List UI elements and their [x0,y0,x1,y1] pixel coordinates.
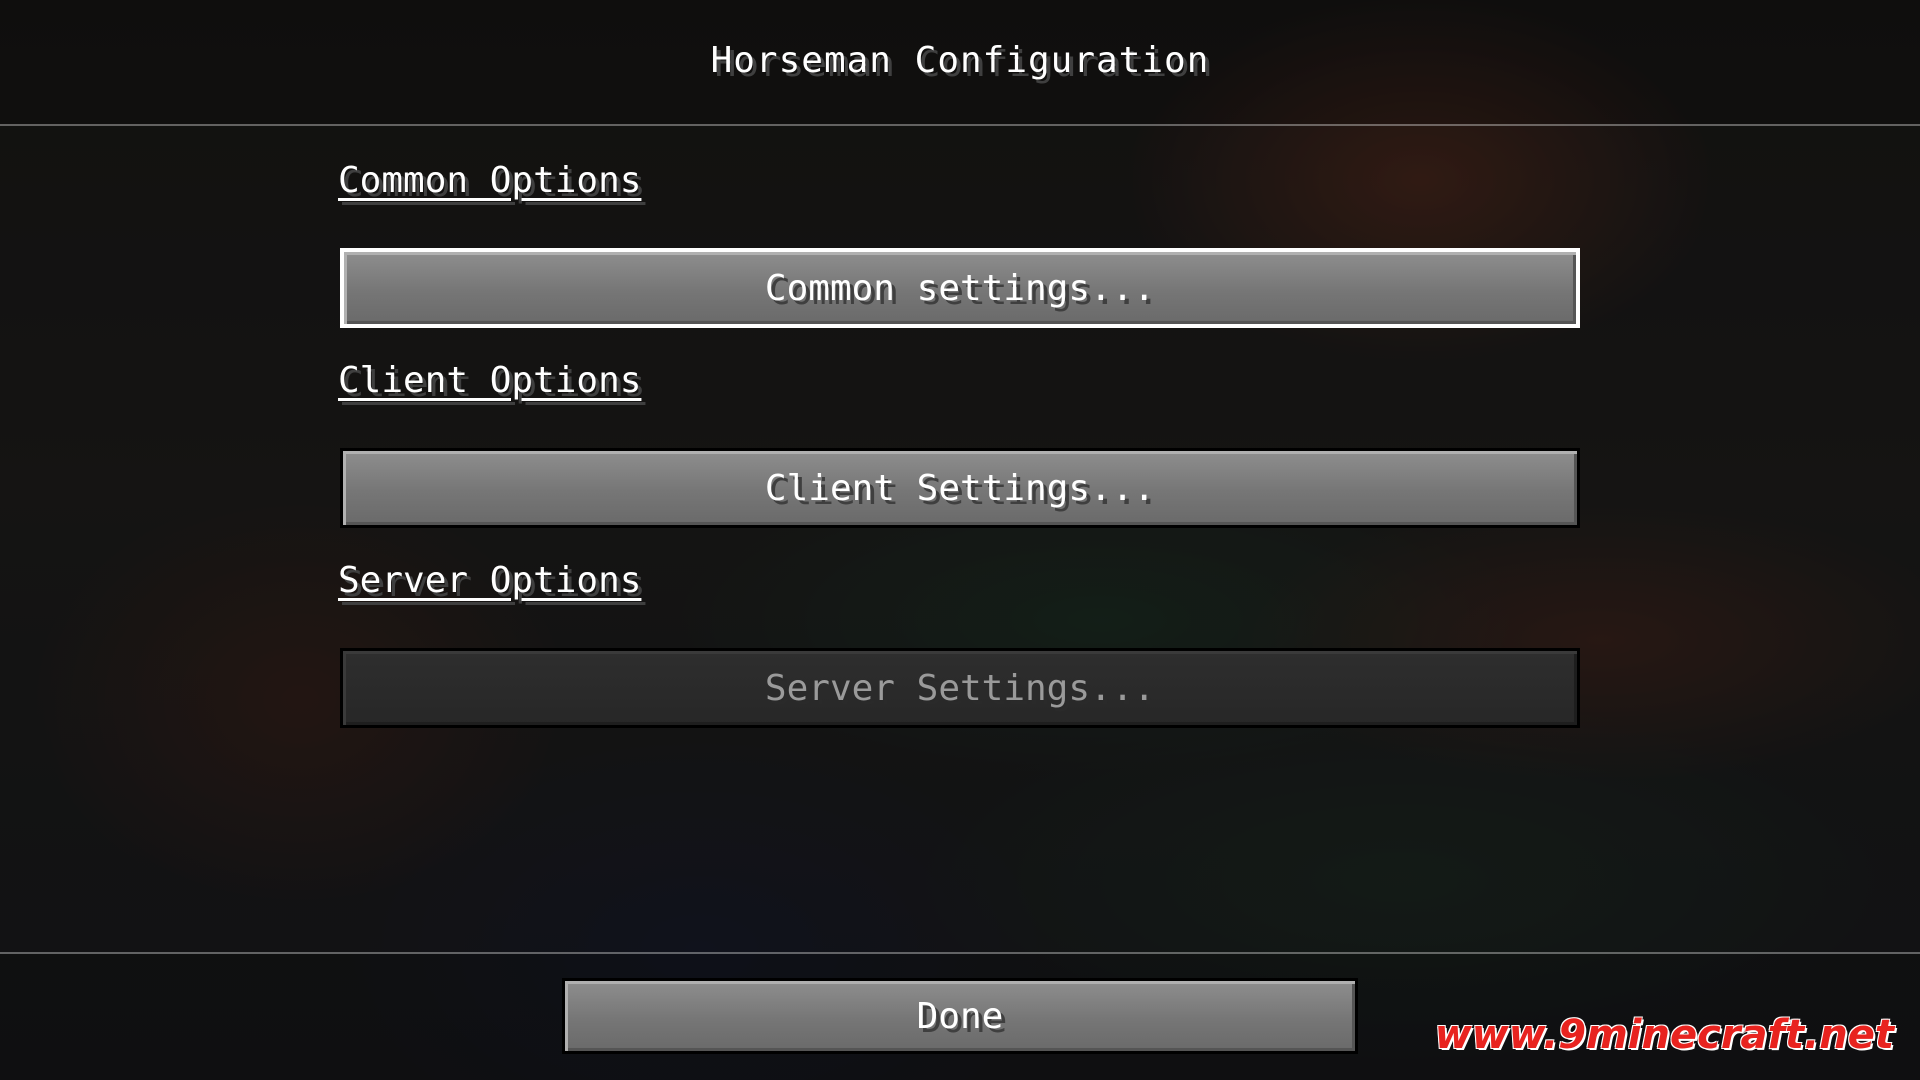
common-settings-button[interactable]: Common settings... [340,248,1580,328]
site-watermark: www.9minecraft.net [1434,1012,1894,1058]
screen-title: Horseman Configuration [710,40,1210,81]
server-settings-button: Server Settings... [340,648,1580,728]
done-button[interactable]: Done [562,978,1358,1054]
section-label-client-options: Client Options [338,360,642,401]
section-label-common-options: Common Options [338,160,642,201]
client-settings-button[interactable]: Client Settings... [340,448,1580,528]
section-label-server-options: Server Options [338,560,642,601]
